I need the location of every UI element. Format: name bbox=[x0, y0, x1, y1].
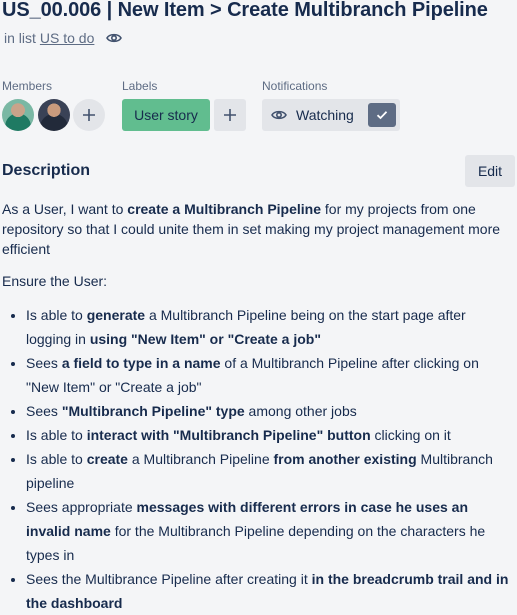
ensure-text: Ensure the User: bbox=[2, 273, 108, 289]
text-run: clicking on it bbox=[370, 427, 451, 443]
text-run: Sees the Multibrance Pipeline after crea… bbox=[26, 571, 312, 587]
bold-text: generate bbox=[86, 307, 146, 323]
avatar[interactable] bbox=[38, 99, 70, 131]
list-item: Is able to interact with "Multibranch Pi… bbox=[26, 423, 512, 447]
edit-button[interactable]: Edit bbox=[465, 155, 515, 187]
text-run: among other jobs bbox=[244, 403, 357, 419]
card-title[interactable]: US_00.006 | New Item > Create Multibranc… bbox=[2, 0, 488, 22]
bold-text: interact with "Multibranch Pipeline" but… bbox=[86, 427, 371, 443]
labels-label: Labels bbox=[122, 79, 158, 93]
bold-text: create bbox=[86, 451, 128, 467]
description-body[interactable]: As a User, I want to create a Multibranc… bbox=[2, 199, 512, 615]
plus-icon bbox=[224, 109, 236, 121]
list-item: Sees "Multibranch Pipeline" type among o… bbox=[26, 399, 512, 423]
text-run: Is able to bbox=[26, 427, 87, 443]
text-run: Sees appropriate bbox=[26, 499, 137, 515]
watch-label: Watching bbox=[296, 107, 354, 123]
in-list-prefix: in list bbox=[4, 30, 36, 46]
plus-icon bbox=[83, 109, 95, 121]
list-item: Sees appropriate messages with different… bbox=[26, 495, 512, 567]
description-heading: Description bbox=[2, 162, 91, 179]
eye-icon bbox=[271, 109, 287, 121]
members-label: Members bbox=[2, 79, 53, 93]
watch-button[interactable]: Watching bbox=[262, 99, 400, 131]
label-user-story[interactable]: User story bbox=[122, 99, 210, 131]
bold-text: using "New Item" or "Create a job" bbox=[89, 331, 321, 347]
list-item: Sees a field to type in a name of a Mult… bbox=[26, 351, 512, 399]
notifications-label: Notifications bbox=[262, 79, 328, 93]
bold-text: from another existing bbox=[273, 451, 417, 467]
list-item: Is able to generate a Multibranch Pipeli… bbox=[26, 303, 512, 351]
avatar[interactable] bbox=[2, 99, 34, 131]
check-icon bbox=[368, 103, 396, 127]
text-run: a Multibranch Pipeline bbox=[127, 451, 274, 467]
list-info: in list US to do bbox=[4, 30, 123, 46]
add-member-button[interactable] bbox=[73, 99, 105, 131]
bold-text: a field to type in a name bbox=[61, 355, 221, 371]
text-run: Is able to bbox=[26, 307, 87, 323]
description-intro: As a User, I want to create a Multibranc… bbox=[2, 199, 512, 259]
text-run: Sees bbox=[26, 403, 62, 419]
requirements-list: Is able to generate a Multibranch Pipeli… bbox=[2, 303, 512, 615]
bold-text: "Multibranch Pipeline" type bbox=[61, 403, 245, 419]
list-item: Is able to create a Multibranch Pipeline… bbox=[26, 447, 512, 495]
bold-text: create a Multibranch Pipeline bbox=[127, 201, 322, 217]
text-run: Sees bbox=[26, 355, 62, 371]
list-item: Sees the Multibrance Pipeline after crea… bbox=[26, 567, 512, 615]
list-link[interactable]: US to do bbox=[40, 30, 94, 46]
text-run: As a User, I want to bbox=[2, 201, 128, 217]
add-label-button[interactable] bbox=[214, 99, 246, 131]
eye-icon bbox=[106, 32, 123, 44]
text-run: Is able to bbox=[26, 451, 87, 467]
